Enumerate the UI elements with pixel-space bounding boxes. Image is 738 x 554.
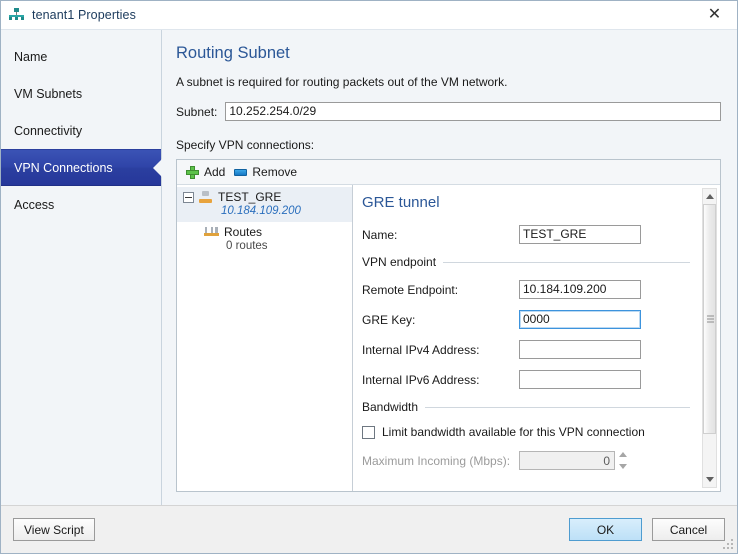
max-incoming-input[interactable]: 0 [519, 451, 615, 470]
scroll-up-icon[interactable] [703, 189, 716, 204]
sidebar-item-label: VM Subnets [14, 86, 83, 101]
group-divider [443, 261, 690, 263]
limit-bandwidth-row[interactable]: Limit bandwidth available for this VPN c… [362, 425, 720, 439]
vpn-toolbar: Add Remove [177, 160, 720, 185]
limit-bandwidth-label: Limit bandwidth available for this VPN c… [382, 425, 645, 439]
sidebar-item-name[interactable]: Name [1, 38, 161, 75]
subnet-input[interactable] [225, 102, 721, 121]
scrollbar-thumb[interactable] [703, 204, 716, 435]
bandwidth-group-header: Bandwidth [362, 400, 690, 414]
internal-ipv4-input[interactable] [519, 340, 641, 359]
add-button-label: Add [204, 165, 226, 179]
name-input[interactable] [519, 225, 641, 244]
max-incoming-stepper[interactable]: 0 [519, 451, 628, 470]
stepper-up-icon[interactable] [618, 452, 627, 457]
remove-button-label: Remove [252, 165, 298, 179]
tree-item-test-gre[interactable]: TEST_GRE 10.184.109.200 [177, 187, 352, 222]
page-title: Routing Subnet [176, 44, 290, 62]
max-incoming-row: Maximum Incoming (Mbps): 0 [362, 451, 720, 470]
tree-item-title: Routes [224, 225, 263, 239]
internal-ipv6-input[interactable] [519, 370, 641, 389]
sidebar-nav: Name VM Subnets Connectivity VPN Connect… [1, 30, 162, 505]
dialog-footer: View Script OK Cancel [1, 505, 737, 553]
scroll-down-icon[interactable] [703, 472, 716, 487]
subnet-label: Subnet: [176, 104, 218, 119]
vpn-endpoint-group-header: VPN endpoint [362, 255, 690, 269]
dialog-body: Name VM Subnets Connectivity VPN Connect… [1, 29, 737, 505]
limit-bandwidth-checkbox[interactable] [362, 425, 375, 439]
group-divider [425, 406, 690, 408]
internal-ipv4-row: Internal IPv4 Address: [362, 340, 720, 359]
selection-arrow-icon [153, 158, 162, 177]
sidebar-item-label: Access [14, 197, 55, 212]
scroll-grip-icon [707, 315, 714, 323]
routes-icon [204, 226, 219, 239]
sidebar-item-label: Connectivity [14, 123, 83, 138]
scrollbar-track[interactable] [703, 204, 716, 472]
internal-ipv6-label: Internal IPv6 Address: [362, 372, 480, 387]
close-icon[interactable]: ✕ [692, 1, 737, 29]
remove-button[interactable]: Remove [232, 162, 304, 182]
tree-item-subtitle: 10.184.109.200 [221, 205, 301, 217]
add-button[interactable]: Add [184, 162, 232, 182]
tree-item-text: Routes 0 routes [224, 225, 268, 254]
name-row: Name: [362, 225, 720, 244]
sidebar-item-access[interactable]: Access [1, 186, 161, 223]
view-script-button[interactable]: View Script [13, 518, 95, 541]
gre-tunnel-detail: GRE tunnel Name: VPN endpoint Remote End… [353, 185, 720, 491]
tree-item-title: TEST_GRE [218, 190, 282, 204]
title-bar: tenant1 Properties ✕ [1, 1, 737, 29]
detail-title: GRE tunnel [362, 194, 440, 211]
internal-ipv4-label: Internal IPv4 Address: [362, 342, 480, 357]
tree-item-subtitle: 0 routes [226, 240, 268, 252]
gre-tunnel-icon [198, 191, 213, 204]
window-title: tenant1 Properties [32, 8, 136, 22]
vpn-connections-box: Add Remove TEST_GRE 10.184.109.200 Route… [176, 159, 721, 492]
collapse-icon[interactable] [183, 192, 194, 203]
sidebar-item-connectivity[interactable]: Connectivity [1, 112, 161, 149]
internal-ipv6-row: Internal IPv6 Address: [362, 370, 720, 389]
stepper-buttons[interactable] [617, 451, 628, 470]
remote-endpoint-input[interactable] [519, 280, 641, 299]
tree-item-routes[interactable]: Routes 0 routes [177, 222, 352, 257]
page-description: A subnet is required for routing packets… [176, 75, 508, 89]
footer-actions: OK Cancel [569, 518, 725, 541]
ok-button[interactable]: OK [569, 518, 642, 541]
max-incoming-label: Maximum Incoming (Mbps): [362, 453, 511, 468]
sidebar-item-label: VPN Connections [14, 160, 113, 175]
properties-dialog: tenant1 Properties ✕ Name VM Subnets Con… [0, 0, 738, 554]
main-panel: Routing Subnet A subnet is required for … [162, 30, 737, 505]
network-tenant-icon [8, 7, 26, 23]
name-label: Name: [362, 227, 398, 242]
vpn-tree: TEST_GRE 10.184.109.200 Routes 0 routes [177, 185, 353, 491]
remote-endpoint-row: Remote Endpoint: [362, 280, 720, 299]
vpn-endpoint-group-label: VPN endpoint [362, 255, 437, 269]
sidebar-item-vm-subnets[interactable]: VM Subnets [1, 75, 161, 112]
gre-key-input[interactable] [519, 310, 641, 329]
sidebar-item-label: Name [14, 49, 48, 64]
subnet-row: Subnet: [176, 102, 721, 121]
resize-grip[interactable] [723, 539, 735, 551]
bandwidth-group-label: Bandwidth [362, 400, 419, 414]
tree-item-text: TEST_GRE 10.184.109.200 [218, 190, 301, 219]
plus-icon [186, 165, 199, 179]
gre-key-row: GRE Key: [362, 310, 720, 329]
gre-key-label: GRE Key: [362, 312, 416, 327]
stepper-down-icon[interactable] [618, 464, 627, 469]
remote-endpoint-label: Remote Endpoint: [362, 282, 459, 297]
minus-icon [234, 168, 248, 176]
specify-vpn-label: Specify VPN connections: [176, 138, 315, 152]
cancel-button[interactable]: Cancel [652, 518, 725, 541]
detail-scrollbar[interactable] [702, 188, 717, 488]
vpn-panes: TEST_GRE 10.184.109.200 Routes 0 routes [177, 185, 720, 491]
sidebar-item-vpn-connections[interactable]: VPN Connections [1, 149, 162, 186]
